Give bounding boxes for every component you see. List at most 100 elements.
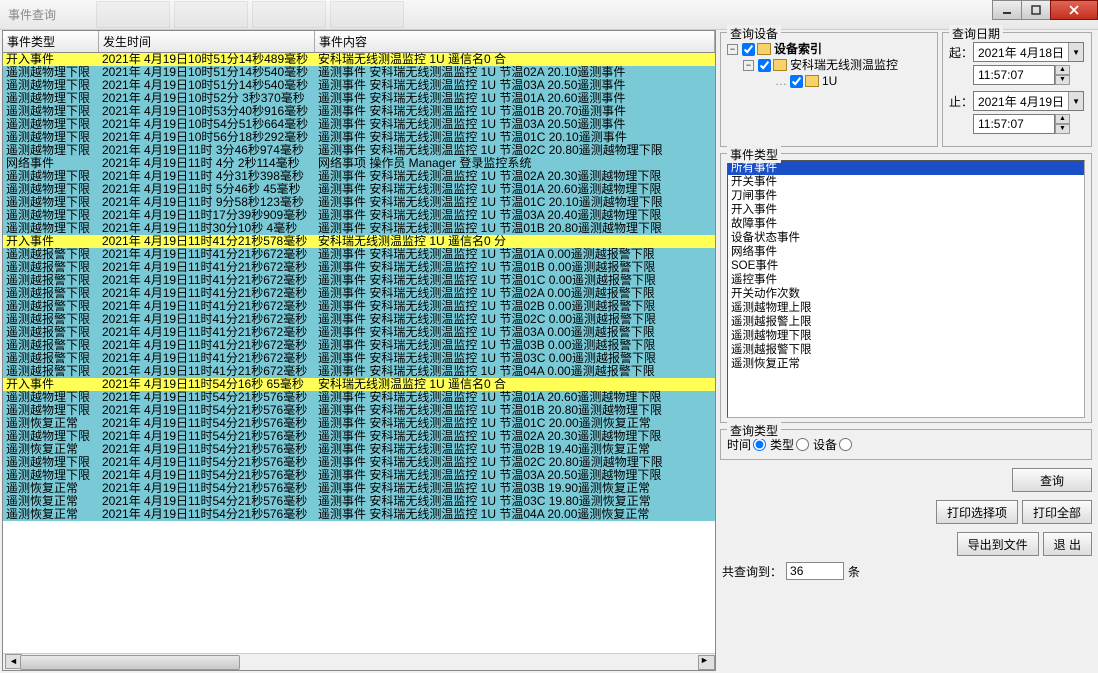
- event-type-item[interactable]: 遥测越物理下限: [728, 329, 1084, 343]
- window-title: 事件查询: [0, 6, 56, 23]
- dropdown-icon[interactable]: ▼: [1068, 92, 1083, 110]
- event-type-group: 事件类型 所有事件开关事件刀闸事件开入事件故障事件设备状态事件网络事件SOE事件…: [720, 153, 1092, 423]
- table-row[interactable]: 遥测越物理下限2021年 4月19日11时 3分46秒974毫秒遥测事件 安科瑞…: [3, 144, 715, 157]
- table-row[interactable]: 遥测越报警下限2021年 4月19日11时41分21秒672毫秒遥测事件 安科瑞…: [3, 326, 715, 339]
- tree-root-checkbox[interactable]: [742, 43, 755, 56]
- event-type-item[interactable]: 遥测越物理上限: [728, 301, 1084, 315]
- close-button[interactable]: [1050, 0, 1098, 20]
- from-date-picker[interactable]: 2021年 4月18日▼: [973, 42, 1084, 62]
- expand-icon[interactable]: −: [727, 44, 738, 55]
- table-row[interactable]: 遥测越报警下限2021年 4月19日11时41分21秒672毫秒遥测事件 安科瑞…: [3, 313, 715, 326]
- table-row[interactable]: 遥测越物理下限2021年 4月19日11时 5分46秒 45毫秒遥测事件 安科瑞…: [3, 183, 715, 196]
- table-row[interactable]: 遥测越物理下限2021年 4月19日11时54分21秒576毫秒遥测事件 安科瑞…: [3, 430, 715, 443]
- event-type-item[interactable]: 遥测越报警上限: [728, 315, 1084, 329]
- exit-button[interactable]: 退 出: [1043, 532, 1092, 556]
- event-type-item[interactable]: 开入事件: [728, 203, 1084, 217]
- table-row[interactable]: 遥测越物理下限2021年 4月19日11时54分21秒576毫秒遥测事件 安科瑞…: [3, 391, 715, 404]
- spin-up-icon[interactable]: ▲: [1055, 65, 1070, 75]
- table-row[interactable]: 遥测越物理下限2021年 4月19日10时51分14秒540毫秒遥测事件 安科瑞…: [3, 79, 715, 92]
- col-header-time[interactable]: 发生时间: [99, 31, 315, 52]
- table-row[interactable]: 遥测越报警下限2021年 4月19日11时41分21秒672毫秒遥测事件 安科瑞…: [3, 365, 715, 378]
- table-row[interactable]: 开入事件2021年 4月19日11时41分21秒578毫秒安科瑞无线测温监控 1…: [3, 235, 715, 248]
- table-row[interactable]: 遥测越报警下限2021年 4月19日11时41分21秒672毫秒遥测事件 安科瑞…: [3, 274, 715, 287]
- background-tabs: [96, 1, 408, 28]
- col-header-type[interactable]: 事件类型: [3, 31, 99, 52]
- event-table: 事件类型 发生时间 事件内容 开入事件2021年 4月19日10时51分14秒4…: [2, 30, 716, 671]
- table-row[interactable]: 遥测越报警下限2021年 4月19日11时41分21秒672毫秒遥测事件 安科瑞…: [3, 300, 715, 313]
- table-row[interactable]: 遥测越物理下限2021年 4月19日11时54分21秒576毫秒遥测事件 安科瑞…: [3, 456, 715, 469]
- device-legend: 查询设备: [727, 25, 781, 42]
- table-row[interactable]: 遥测恢复正常2021年 4月19日11时54分21秒576毫秒遥测事件 安科瑞无…: [3, 482, 715, 495]
- scroll-right-icon[interactable]: ►: [698, 655, 715, 670]
- date-group: 查询日期 起： 2021年 4月18日▼ ▲▼ 止： 2021年 4月19日▼ …: [942, 32, 1092, 147]
- table-row[interactable]: 遥测恢复正常2021年 4月19日11时54分21秒576毫秒遥测事件 安科瑞无…: [3, 443, 715, 456]
- from-time-input[interactable]: [973, 65, 1055, 85]
- table-row[interactable]: 遥测越报警下限2021年 4月19日11时41分21秒672毫秒遥测事件 安科瑞…: [3, 261, 715, 274]
- table-row[interactable]: 开入事件2021年 4月19日10时51分14秒489毫秒安科瑞无线测温监控 1…: [3, 53, 715, 66]
- spin-down-icon[interactable]: ▼: [1055, 75, 1070, 85]
- table-row[interactable]: 遥测越物理下限2021年 4月19日10时54分51秒664毫秒遥测事件 安科瑞…: [3, 118, 715, 131]
- table-row[interactable]: 遥测越物理下限2021年 4月19日11时 9分58秒123毫秒遥测事件 安科瑞…: [3, 196, 715, 209]
- table-row[interactable]: 遥测越物理下限2021年 4月19日11时54分21秒576毫秒遥测事件 安科瑞…: [3, 404, 715, 417]
- event-type-item[interactable]: 设备状态事件: [728, 231, 1084, 245]
- scroll-thumb[interactable]: [20, 655, 240, 670]
- event-type-item[interactable]: 遥测越报警下限: [728, 343, 1084, 357]
- event-type-item[interactable]: 遥控事件: [728, 273, 1084, 287]
- print-all-button[interactable]: 打印全部: [1022, 500, 1092, 524]
- to-date-picker[interactable]: 2021年 4月19日▼: [973, 91, 1084, 111]
- event-type-item[interactable]: 遥测恢复正常: [728, 357, 1084, 371]
- table-row[interactable]: 遥测越物理下限2021年 4月19日11时54分21秒576毫秒遥测事件 安科瑞…: [3, 469, 715, 482]
- table-row[interactable]: 开入事件2021年 4月19日11时54分16秒 65毫秒安科瑞无线测温监控 1…: [3, 378, 715, 391]
- spin-down-icon[interactable]: ▼: [1055, 124, 1070, 134]
- table-row[interactable]: 网络事件2021年 4月19日11时 4分 2秒114毫秒网络事项 操作员 Ma…: [3, 157, 715, 170]
- title-bar: 事件查询: [0, 0, 1098, 30]
- spin-up-icon[interactable]: ▲: [1055, 114, 1070, 124]
- tree-leaf-checkbox[interactable]: [790, 75, 803, 88]
- to-time-input[interactable]: [973, 114, 1055, 134]
- to-label: 止：: [949, 93, 973, 110]
- col-header-content[interactable]: 事件内容: [315, 31, 715, 52]
- event-type-list[interactable]: 所有事件开关事件刀闸事件开入事件故障事件设备状态事件网络事件SOE事件遥控事件开…: [727, 160, 1085, 418]
- event-type-item[interactable]: SOE事件: [728, 259, 1084, 273]
- event-type-item[interactable]: 开关动作次数: [728, 287, 1084, 301]
- query-button[interactable]: 查询: [1012, 468, 1092, 492]
- table-row[interactable]: 遥测恢复正常2021年 4月19日11时54分21秒576毫秒遥测事件 安科瑞无…: [3, 417, 715, 430]
- device-tree[interactable]: − 设备索引 − 安科瑞无线测温监控 …: [727, 39, 931, 91]
- table-row[interactable]: 遥测越物理下限2021年 4月19日11时30分10秒 4毫秒遥测事件 安科瑞无…: [3, 222, 715, 235]
- expand-icon[interactable]: −: [743, 60, 754, 71]
- event-type-item[interactable]: 网络事件: [728, 245, 1084, 259]
- print-selection-button[interactable]: 打印选择项: [936, 500, 1018, 524]
- tree-leaf-label[interactable]: 1U: [822, 73, 837, 89]
- folder-icon: [773, 59, 787, 71]
- maximize-button[interactable]: [1021, 0, 1051, 20]
- event-type-item[interactable]: 故障事件: [728, 217, 1084, 231]
- event-type-item[interactable]: 刀闸事件: [728, 189, 1084, 203]
- table-row[interactable]: 遥测越报警下限2021年 4月19日11时41分21秒672毫秒遥测事件 安科瑞…: [3, 339, 715, 352]
- table-row[interactable]: 遥测越报警下限2021年 4月19日11时41分21秒672毫秒遥测事件 安科瑞…: [3, 287, 715, 300]
- table-row[interactable]: 遥测越物理下限2021年 4月19日10时53分40秒916毫秒遥测事件 安科瑞…: [3, 105, 715, 118]
- table-row[interactable]: 遥测越物理下限2021年 4月19日11时 4分31秒398毫秒遥测事件 安科瑞…: [3, 170, 715, 183]
- tree-root-label[interactable]: 设备索引: [774, 41, 822, 57]
- count-value: [786, 562, 844, 580]
- count-label: 共查询到：: [722, 563, 782, 580]
- table-row[interactable]: 遥测越物理下限2021年 4月19日11时17分39秒909毫秒遥测事件 安科瑞…: [3, 209, 715, 222]
- table-row[interactable]: 遥测越报警下限2021年 4月19日11时41分21秒672毫秒遥测事件 安科瑞…: [3, 352, 715, 365]
- table-row[interactable]: 遥测恢复正常2021年 4月19日11时54分21秒576毫秒遥测事件 安科瑞无…: [3, 508, 715, 521]
- folder-icon: [805, 75, 819, 87]
- table-row[interactable]: 遥测越物理下限2021年 4月19日10时52分 3秒370毫秒遥测事件 安科瑞…: [3, 92, 715, 105]
- event-type-item[interactable]: 开关事件: [728, 175, 1084, 189]
- table-row[interactable]: 遥测越报警下限2021年 4月19日11时41分21秒672毫秒遥测事件 安科瑞…: [3, 248, 715, 261]
- export-button[interactable]: 导出到文件: [957, 532, 1039, 556]
- table-row[interactable]: 遥测恢复正常2021年 4月19日11时54分21秒576毫秒遥测事件 安科瑞无…: [3, 495, 715, 508]
- dropdown-icon[interactable]: ▼: [1068, 43, 1083, 61]
- tree-child-checkbox[interactable]: [758, 59, 771, 72]
- horizontal-scrollbar[interactable]: ◄ ►: [3, 653, 715, 670]
- minimize-button[interactable]: [992, 0, 1022, 20]
- table-row[interactable]: 遥测越物理下限2021年 4月19日10时51分14秒540毫秒遥测事件 安科瑞…: [3, 66, 715, 79]
- query-type-group: 查询类型 时间 类型 设备: [720, 429, 1092, 460]
- tree-child-label[interactable]: 安科瑞无线测温监控: [790, 57, 898, 73]
- table-row[interactable]: 遥测越物理下限2021年 4月19日10时56分18秒292毫秒遥测事件 安科瑞…: [3, 131, 715, 144]
- event-type-item[interactable]: 所有事件: [728, 161, 1084, 175]
- table-body[interactable]: 开入事件2021年 4月19日10时51分14秒489毫秒安科瑞无线测温监控 1…: [3, 53, 715, 653]
- radio-device[interactable]: 设备: [813, 436, 852, 453]
